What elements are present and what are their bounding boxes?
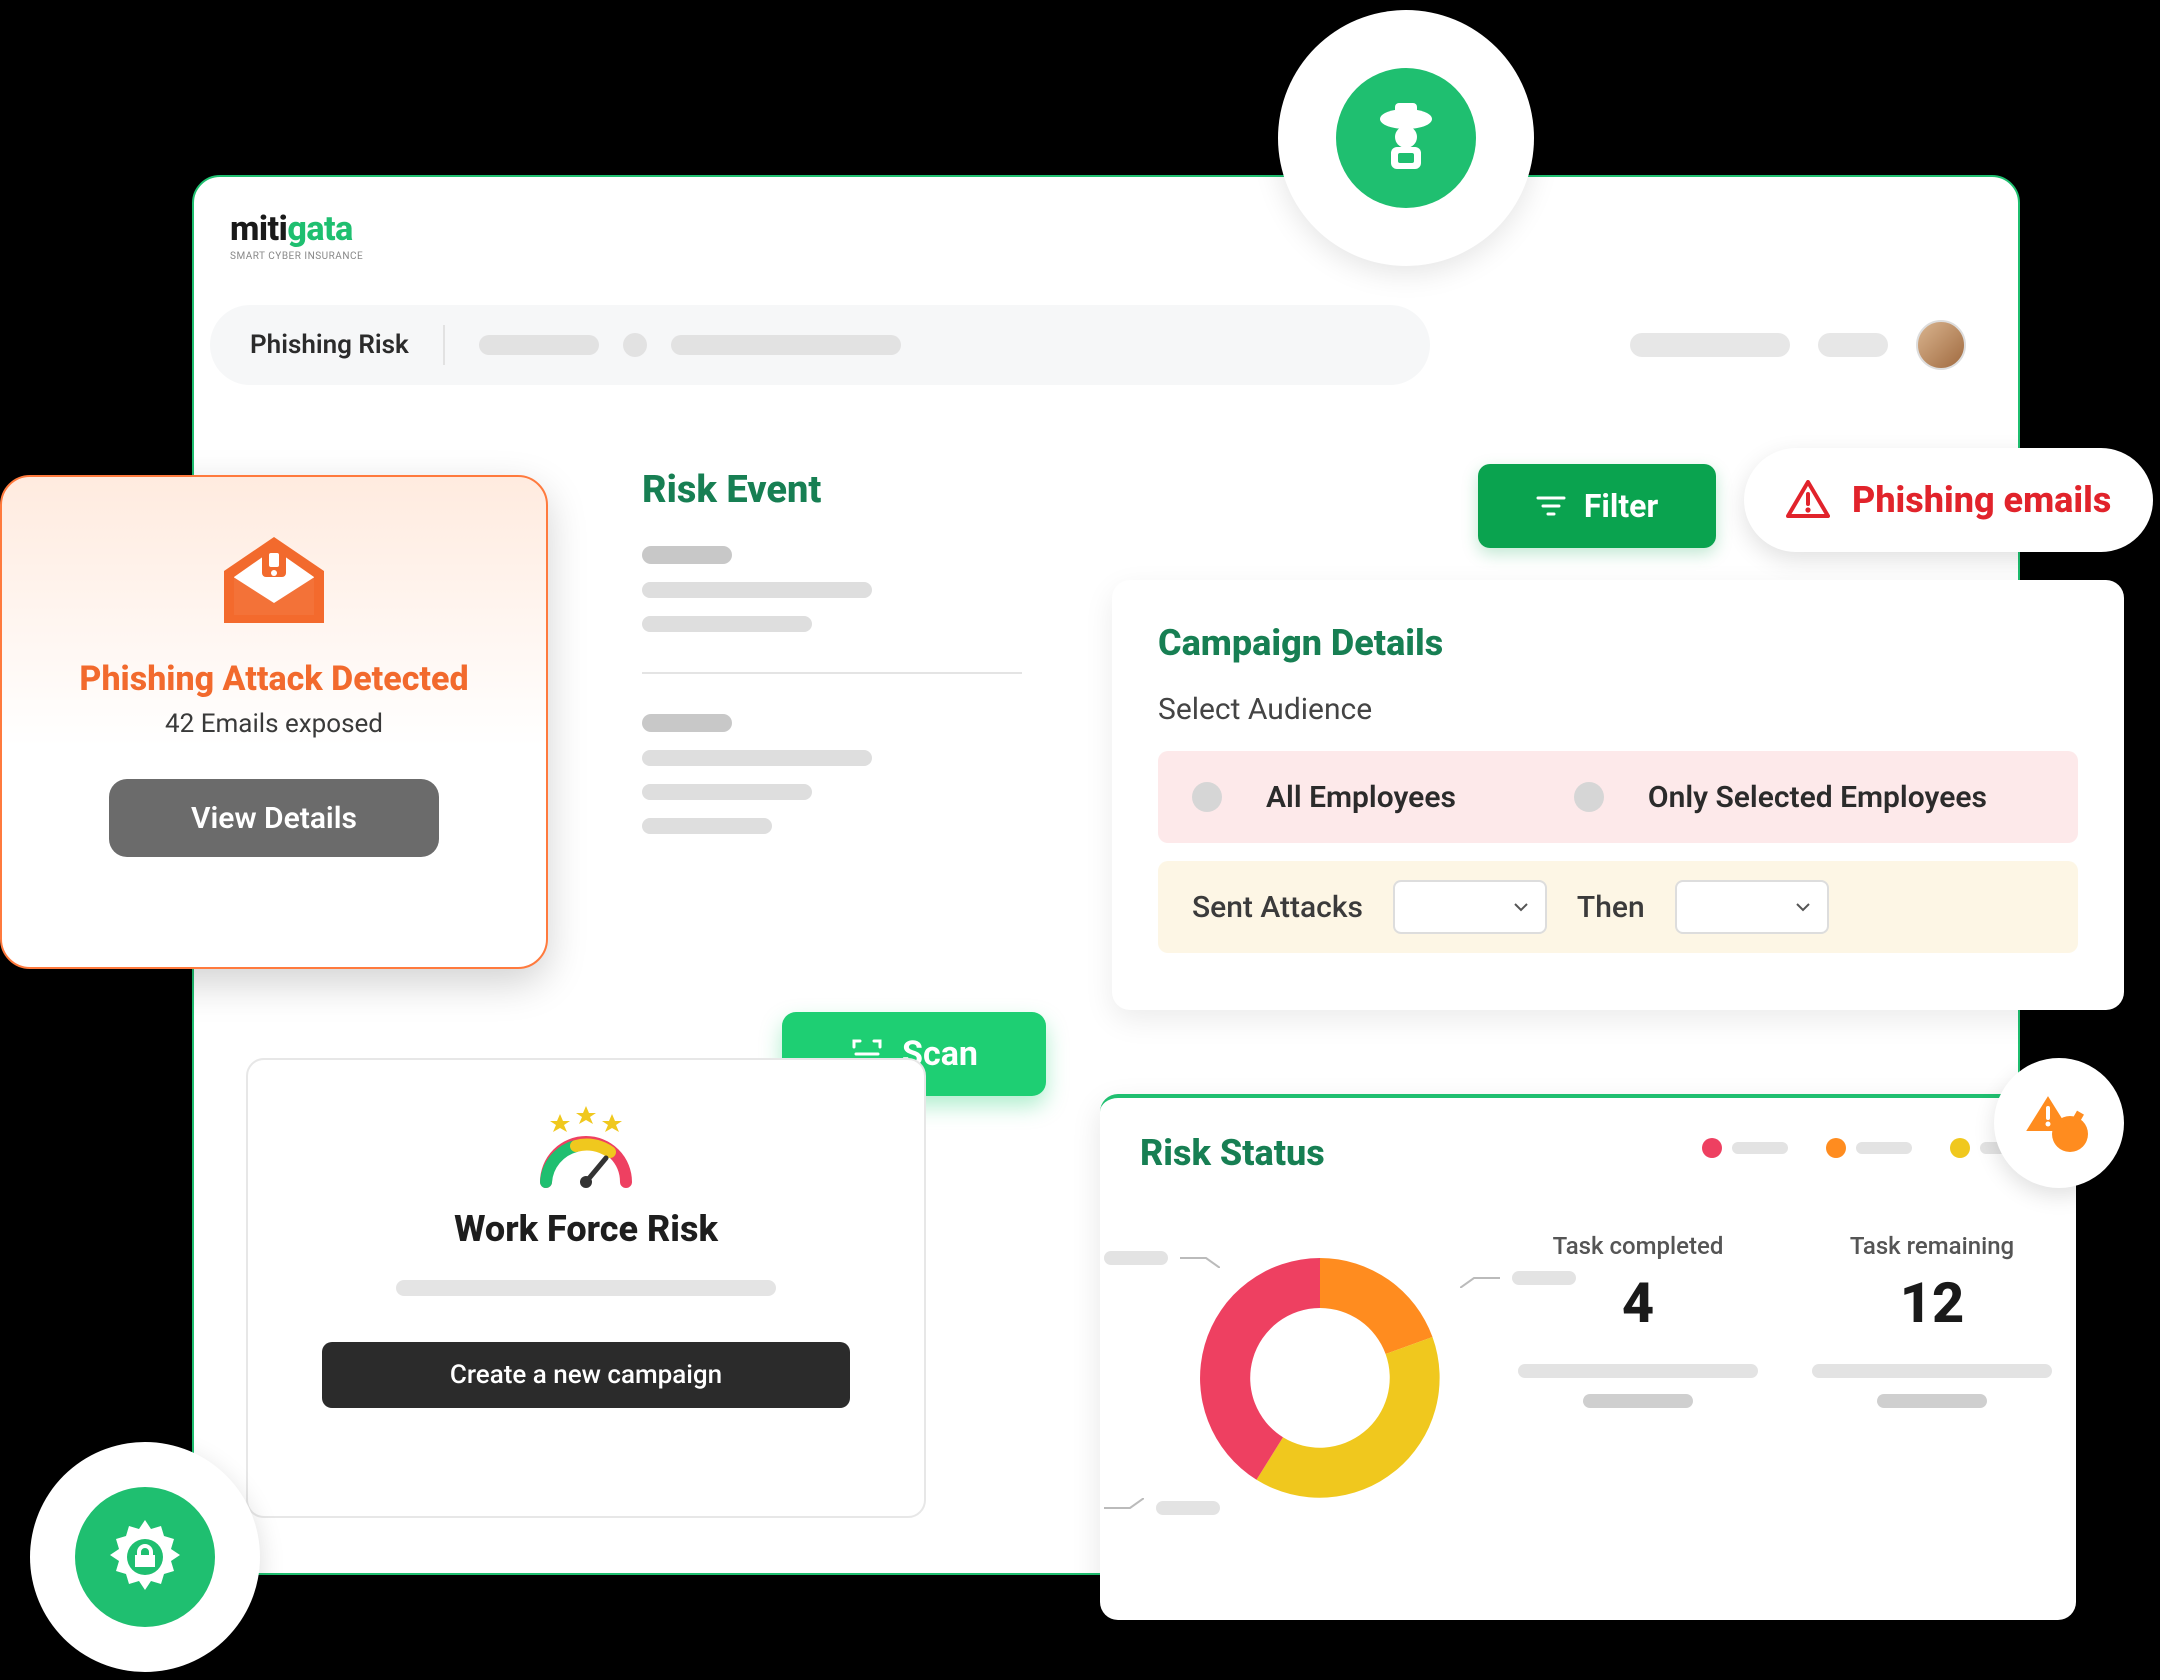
task-completed-label: Task completed [1518, 1232, 1758, 1260]
phishing-alert-card: Phishing Attack Detected 42 Emails expos… [0, 475, 548, 969]
sent-attacks-row: Sent Attacks Then [1158, 861, 2078, 953]
task-remaining-value: 12 [1812, 1270, 2052, 1336]
chevron-down-icon [1511, 897, 1531, 917]
gauge-icon [526, 1102, 646, 1182]
phishing-emails-label: Phishing emails [1852, 479, 2111, 521]
gear-icon [75, 1487, 215, 1627]
then-dropdown[interactable] [1675, 880, 1829, 934]
view-details-button[interactable]: View Details [109, 779, 439, 857]
alert-badge[interactable] [1994, 1058, 2124, 1188]
search-label: Phishing Risk [250, 330, 409, 360]
legend [1702, 1138, 2036, 1158]
audience-row: All Employees Only Selected Employees [1158, 751, 2078, 843]
radio-all[interactable] [1192, 782, 1222, 812]
chevron-down-icon [1793, 897, 1813, 917]
hacker-badge [1278, 10, 1534, 266]
radio-selected[interactable] [1574, 782, 1604, 812]
phishing-alert-title: Phishing Attack Detected [79, 659, 468, 699]
placeholder [396, 1280, 776, 1296]
placeholder [1877, 1394, 1987, 1408]
placeholder [1856, 1142, 1912, 1154]
sent-attacks-label: Sent Attacks [1192, 890, 1363, 925]
envelope-alert-icon [214, 531, 334, 631]
filter-button[interactable]: Filter [1478, 464, 1716, 548]
logo-right: gata [287, 209, 352, 249]
task-completed: Task completed 4 [1518, 1232, 1758, 1408]
workforce-risk-card: Work Force Risk Create a new campaign [246, 1058, 926, 1518]
placeholder [1156, 1501, 1220, 1515]
placeholder [642, 784, 812, 800]
placeholder [623, 333, 647, 357]
callout [1104, 1498, 1220, 1518]
option-all-label: All Employees [1266, 780, 1456, 815]
warning-icon [1786, 480, 1830, 520]
avatar[interactable] [1916, 320, 1966, 370]
placeholder [1732, 1142, 1788, 1154]
task-remaining: Task remaining 12 [1812, 1232, 2052, 1408]
task-completed-value: 4 [1518, 1270, 1758, 1336]
placeholder [1518, 1364, 1758, 1378]
placeholder [1583, 1394, 1693, 1408]
filter-icon [1536, 494, 1566, 518]
filter-label: Filter [1584, 487, 1658, 525]
placeholder [642, 750, 872, 766]
risk-status-card: Risk Status Task completed 4 Task remain… [1100, 1094, 2076, 1620]
settings-badge[interactable] [30, 1442, 260, 1672]
task-remaining-label: Task remaining [1812, 1232, 2052, 1260]
campaign-title: Campaign Details [1158, 622, 2078, 664]
topbar-right [1630, 320, 1966, 370]
sent-attacks-dropdown[interactable] [1393, 880, 1547, 934]
create-campaign-button[interactable]: Create a new campaign [322, 1342, 850, 1408]
risk-event-card: Risk Event [642, 468, 1022, 834]
logo-left: miti [230, 209, 287, 249]
callout [1104, 1248, 1220, 1268]
placeholder [642, 616, 812, 632]
phishing-alert-subtitle: 42 Emails exposed [165, 709, 383, 739]
alert-bomb-icon [2020, 1084, 2098, 1162]
placeholder [642, 714, 732, 732]
campaign-details-card: Campaign Details Select Audience All Emp… [1112, 580, 2124, 1010]
phishing-emails-pill[interactable]: Phishing emails [1744, 448, 2153, 552]
option-selected-label: Only Selected Employees [1648, 780, 1987, 815]
hacker-icon [1336, 68, 1476, 208]
legend-dot-yellow [1950, 1138, 1970, 1158]
placeholder [671, 335, 901, 355]
divider [642, 672, 1022, 674]
then-label: Then [1577, 890, 1645, 925]
risk-event-title: Risk Event [642, 468, 1022, 512]
placeholder [1630, 333, 1790, 357]
legend-item [1702, 1138, 1788, 1158]
search-bar[interactable]: Phishing Risk [210, 305, 1430, 385]
placeholder [642, 582, 872, 598]
workforce-risk-title: Work Force Risk [454, 1208, 718, 1250]
placeholder [479, 335, 599, 355]
select-audience-label: Select Audience [1158, 692, 2078, 727]
placeholder [642, 818, 772, 834]
stats: Task completed 4 Task remaining 12 [1518, 1232, 2052, 1408]
legend-dot-red [1702, 1138, 1722, 1158]
brand-logo: mitigata SMART CYBER INSURANCE [230, 209, 363, 262]
placeholder [1104, 1251, 1168, 1265]
placeholder [1818, 333, 1888, 357]
logo-tagline: SMART CYBER INSURANCE [230, 251, 363, 262]
placeholder [642, 546, 732, 564]
divider [443, 325, 445, 365]
donut-chart [1160, 1218, 1480, 1538]
legend-dot-orange [1826, 1138, 1846, 1158]
topbar: Phishing Risk [210, 301, 2006, 389]
placeholder [1812, 1364, 2052, 1378]
legend-item [1826, 1138, 1912, 1158]
